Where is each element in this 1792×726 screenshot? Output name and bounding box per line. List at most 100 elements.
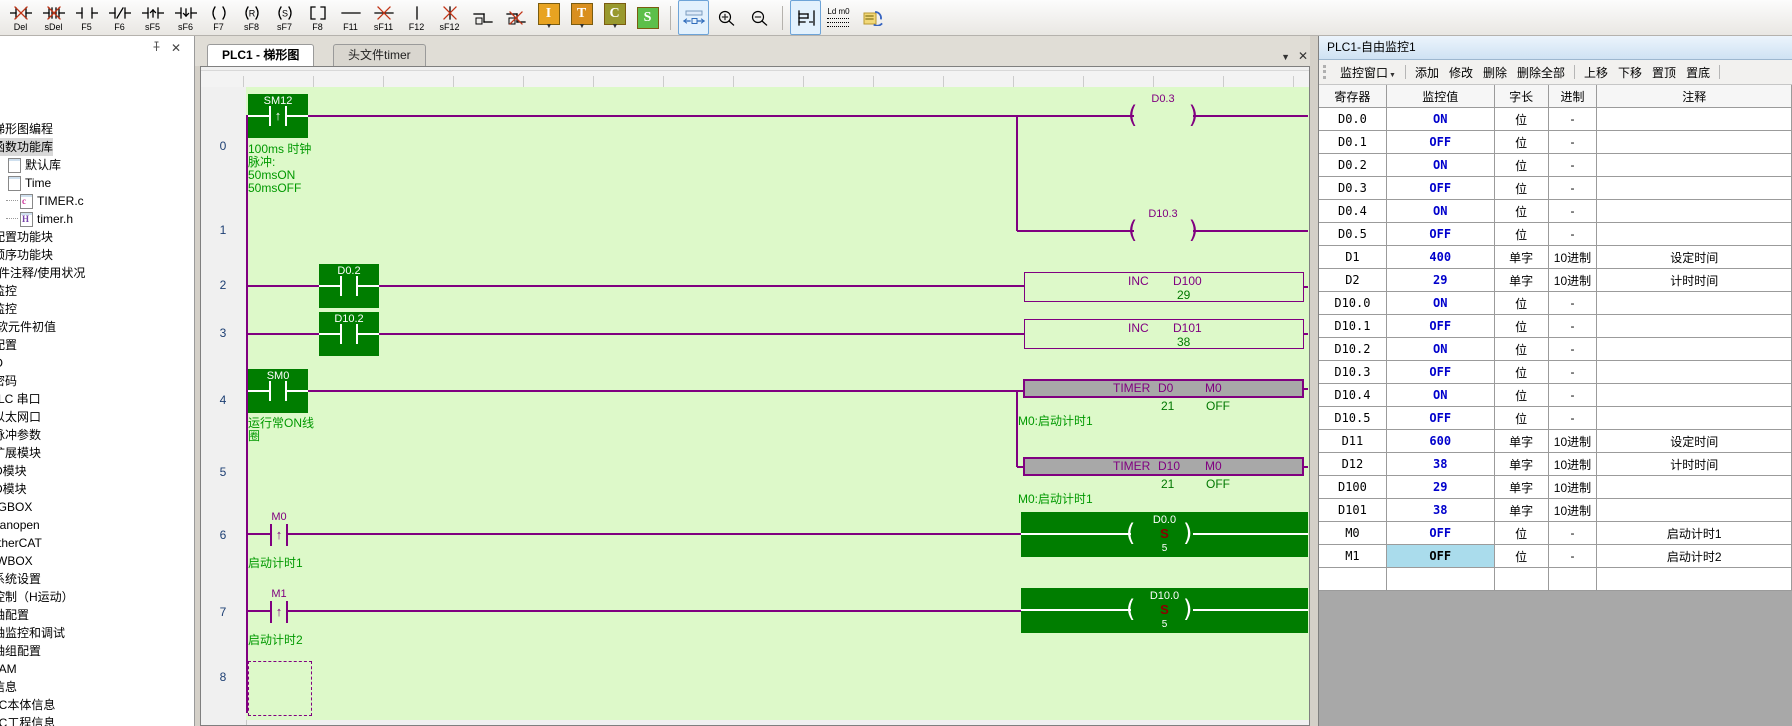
monitor-cell[interactable]: D10.1	[1319, 315, 1387, 338]
toolbar-vline-del-button[interactable]: sF12	[434, 0, 465, 35]
pin-icon[interactable]	[148, 40, 164, 56]
monitor-cell[interactable]: 位	[1495, 545, 1549, 568]
sidebar-item[interactable]: 4GBOX	[0, 498, 194, 516]
monitor-cell[interactable]: ON	[1387, 338, 1495, 361]
monitor-cell[interactable]: 位	[1495, 522, 1549, 545]
sidebar-item[interactable]: 梯形图编程	[0, 120, 194, 138]
monitor-修改-button[interactable]: 修改	[1444, 64, 1478, 81]
ladder-coil-D0.3[interactable]: ( )	[1128, 102, 1198, 130]
monitor-上移-button[interactable]: 上移	[1579, 64, 1613, 81]
monitor-cell[interactable]: 单字	[1495, 453, 1549, 476]
sidebar-item[interactable]: 系统设置	[0, 570, 194, 588]
sidebar-item[interactable]: 脉冲参数	[0, 426, 194, 444]
monitor-cell[interactable]: ON	[1387, 200, 1495, 223]
monitor-cell[interactable]	[1597, 292, 1792, 315]
monitor-cell[interactable]: D1	[1319, 246, 1387, 269]
monitor-cell[interactable]: 设定时间	[1597, 246, 1792, 269]
monitor-cell[interactable]: -	[1549, 384, 1598, 407]
monitor-cell[interactable]: 位	[1495, 384, 1549, 407]
sidebar-item[interactable]: PLC工程信息	[0, 714, 194, 726]
toolbar-branch-del-button[interactable]	[500, 0, 531, 35]
toolbar-vline-button[interactable]: F12	[401, 0, 432, 35]
monitor-置顶-button[interactable]: 置顶	[1647, 64, 1681, 81]
monitor-cell[interactable]: OFF	[1387, 407, 1495, 430]
toolbar-contact-del2-button[interactable]: sDel	[38, 0, 69, 35]
monitor-cell[interactable]: 单字	[1495, 269, 1549, 292]
toolbar-il-view-button[interactable]: Ld m0	[823, 0, 854, 35]
sidebar-item[interactable]: 运动控制（H运动）	[0, 588, 194, 606]
monitor-cell[interactable]	[1597, 223, 1792, 246]
toolbar-contact-del-button[interactable]: Del	[5, 0, 36, 35]
monitor-cell[interactable]: 单字	[1495, 246, 1549, 269]
monitor-cell[interactable]: -	[1549, 522, 1598, 545]
sidebar-item[interactable]: BD模块	[0, 480, 194, 498]
sidebar-item[interactable]: Time	[0, 174, 194, 192]
ladder-inc-D101[interactable]: INC D101 38	[1024, 319, 1304, 349]
monitor-cell[interactable]	[1387, 568, 1495, 591]
monitor-cell[interactable]: 位	[1495, 223, 1549, 246]
dropdown-caret-icon[interactable]: ▼	[579, 23, 586, 30]
monitor-cell[interactable]	[1597, 315, 1792, 338]
monitor-cell[interactable]: OFF	[1387, 361, 1495, 384]
sidebar-item[interactable]: Canopen	[0, 516, 194, 534]
toolbar-btn-S-button[interactable]: S	[632, 0, 663, 35]
monitor-cell[interactable]: -	[1549, 177, 1598, 200]
monitor-cell[interactable]: D2	[1319, 269, 1387, 292]
toolbar-contact-nc-button[interactable]: F6	[104, 0, 135, 35]
ladder-set-coil-D10.0[interactable]: D10.0 ( ) S 5	[1021, 588, 1308, 633]
sidebar-item[interactable]: PLC本体信息	[0, 696, 194, 714]
monitor-cell[interactable]: -	[1549, 315, 1598, 338]
monitor-cell[interactable]	[1597, 361, 1792, 384]
monitor-cell[interactable]: -	[1549, 108, 1598, 131]
monitor-cell[interactable]: D0.1	[1319, 131, 1387, 154]
monitor-cell[interactable]: D12	[1319, 453, 1387, 476]
monitor-cell[interactable]: D0.0	[1319, 108, 1387, 131]
ladder-contact-SM0[interactable]: SM0	[248, 369, 308, 413]
monitor-cell[interactable]: D0.2	[1319, 154, 1387, 177]
monitor-cell[interactable]: OFF	[1387, 223, 1495, 246]
monitor-cell[interactable]: D10.4	[1319, 384, 1387, 407]
monitor-cell[interactable]: D0.3	[1319, 177, 1387, 200]
sidebar-item[interactable]: 轴监控和调试	[0, 624, 194, 642]
monitor-cell[interactable]	[1549, 568, 1598, 591]
monitor-cell[interactable]: 位	[1495, 177, 1549, 200]
monitor-cell[interactable]: -	[1549, 361, 1598, 384]
toolbar-zoom-in-button[interactable]	[711, 0, 742, 35]
monitor-cell[interactable]	[1597, 177, 1792, 200]
monitor-cell[interactable]: -	[1549, 407, 1598, 430]
monitor-cell[interactable]: D10.3	[1319, 361, 1387, 384]
monitor-cell[interactable]: 启动计时1	[1597, 522, 1792, 545]
monitor-cell[interactable]: D10.2	[1319, 338, 1387, 361]
monitor-cell[interactable]: 单字	[1495, 430, 1549, 453]
toolbar-coil-r-button[interactable]: RsF8	[236, 0, 267, 35]
sidebar-item[interactable]: PLC 串口	[0, 390, 194, 408]
ladder-cursor-cell[interactable]	[248, 661, 312, 716]
monitor-cell[interactable]: OFF	[1387, 177, 1495, 200]
monitor-cell[interactable]: 位	[1495, 338, 1549, 361]
monitor-cell[interactable]: 计时时间	[1597, 453, 1792, 476]
monitor-cell[interactable]	[1319, 568, 1387, 591]
ladder-timer-D10[interactable]: TIMER D10 M0	[1023, 457, 1304, 476]
toolbar-btn-I-button[interactable]: I▼	[533, 0, 564, 35]
monitor-cell[interactable]: 38	[1387, 453, 1495, 476]
tab-close-icon[interactable]: ✕	[1298, 49, 1308, 63]
monitor-cell[interactable]	[1597, 499, 1792, 522]
toolbar-contact-rise-button[interactable]: sF5	[137, 0, 168, 35]
sidebar-item[interactable]: 配置功能块	[0, 228, 194, 246]
monitor-删除-button[interactable]: 删除	[1478, 64, 1512, 81]
sidebar-item[interactable]: EtherCAT	[0, 534, 194, 552]
toolbar-btn-T-button[interactable]: T▼	[566, 0, 597, 35]
tab-plc1-ladder[interactable]: PLC1 - 梯形图	[207, 44, 314, 66]
sidebar-item[interactable]: 信息	[0, 678, 194, 696]
ladder-coil-D10.3[interactable]: ( )	[1128, 217, 1198, 245]
sidebar-item[interactable]: 以太网口	[0, 408, 194, 426]
monitor-cell[interactable]: M0	[1319, 522, 1387, 545]
monitor-cell[interactable]: 位	[1495, 154, 1549, 177]
monitor-删除全部-button[interactable]: 删除全部	[1512, 64, 1570, 81]
monitor-监控窗口-button[interactable]: 监控窗口▼	[1335, 64, 1401, 81]
toolbar-zoom-out-button[interactable]	[744, 0, 775, 35]
monitor-cell[interactable]: D0.5	[1319, 223, 1387, 246]
sidebar-item[interactable]: 轴组配置	[0, 642, 194, 660]
monitor-cell[interactable]: 29	[1387, 476, 1495, 499]
monitor-cell[interactable]: 600	[1387, 430, 1495, 453]
